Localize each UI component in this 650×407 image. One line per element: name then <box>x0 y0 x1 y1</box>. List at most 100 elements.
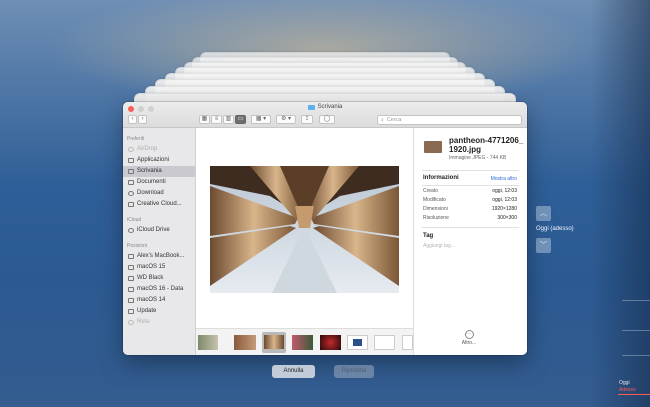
sidebar-item-documents[interactable]: Documenti <box>123 177 195 188</box>
pantheon-columns-image <box>210 166 399 293</box>
preview-inspector: pantheon-4771206_1920.jpg Immagine JPEG … <box>413 128 527 355</box>
view-list-button[interactable]: ≡ <box>211 115 222 124</box>
cancel-button[interactable]: Annulla <box>272 365 315 378</box>
newer-backup-button[interactable]: ﹀ <box>536 238 551 253</box>
view-icons-button[interactable]: ▦ <box>199 115 210 124</box>
sidebar-item-label: Applicazioni <box>137 157 170 163</box>
timeline-tick[interactable] <box>622 300 650 301</box>
view-columns-button[interactable]: ▥ <box>223 115 234 124</box>
group-button[interactable]: ▦ ▾ <box>251 115 271 124</box>
preview-image[interactable] <box>210 166 399 293</box>
thumbnail[interactable] <box>292 335 313 350</box>
gear-icon: ⚙ ▾ <box>280 116 292 122</box>
thumbnail[interactable] <box>320 335 341 350</box>
info-value: 300×300 <box>497 215 517 221</box>
sidebar-item-label: Scrivania <box>137 168 162 174</box>
sidebar-item-wd-black[interactable]: WD Black <box>123 273 195 284</box>
sidebar-item-creative-cloud[interactable]: Creative Cloud... <box>123 199 195 210</box>
tag-input[interactable]: Aggiungi tag... <box>423 243 455 249</box>
sidebar-item-label: Update <box>137 308 157 314</box>
tags-button[interactable]: ◯ <box>319 115 335 124</box>
sidebar-item-macos16-data[interactable]: macOS 16 - Data <box>123 284 195 295</box>
info-heading: Informazioni <box>423 175 459 181</box>
creative-cloud-icon <box>128 202 134 207</box>
thumbnail[interactable] <box>402 335 413 350</box>
older-backup-button[interactable]: ︿ <box>536 206 551 221</box>
timeline-now-label[interactable]: Adesso <box>619 387 636 393</box>
view-gallery-button[interactable]: ▭ <box>235 115 246 124</box>
restore-button[interactable]: Ripristina <box>334 365 374 378</box>
tag-icon: ◯ <box>323 116 331 122</box>
window-title: Scrivania <box>123 104 527 110</box>
info-value: oggi, 12:03 <box>492 197 517 203</box>
info-row-dimensions: Dimensioni 1920×1280 <box>423 206 517 214</box>
columns-icon: ▥ <box>225 116 232 122</box>
thumbnail[interactable] <box>234 335 256 350</box>
sidebar-item-macos14[interactable]: macOS 14 <box>123 295 195 306</box>
sidebar-item-update[interactable]: Update <box>123 306 195 317</box>
sidebar-item-label: Rete <box>137 319 150 325</box>
sidebar-item-airdrop[interactable]: AirDrop <box>123 144 195 155</box>
tag-heading: Tag <box>423 233 434 239</box>
sidebar-item-label: iCloud Drive <box>137 227 170 233</box>
forward-button[interactable]: › <box>138 115 147 124</box>
thumbnail[interactable] <box>198 335 218 350</box>
network-icon <box>128 320 134 325</box>
action-button[interactable]: ⚙ ▾ <box>276 115 296 124</box>
file-type: Immagine JPEG - 744 KB <box>449 155 507 161</box>
ellipsis-icon: ··· <box>464 330 474 339</box>
info-key: Risoluzione <box>423 215 449 221</box>
sidebar-section-icloud: iCloud <box>127 217 142 223</box>
info-row-resolution: Risoluzione 300×300 <box>423 215 517 223</box>
thumbnail[interactable] <box>347 335 368 350</box>
timeline-tick[interactable] <box>622 355 650 356</box>
sidebar-item-label: macOS 16 - Data <box>137 286 184 292</box>
timeline-today-label[interactable]: Oggi <box>619 380 630 386</box>
sidebar-item-label: macOS 15 <box>137 264 166 270</box>
chevron-down-icon: ﹀ <box>540 242 547 249</box>
share-button[interactable]: ⇪ <box>301 115 313 124</box>
chevron-up-icon: ︿ <box>540 210 547 217</box>
group-icon: ▦ ▾ <box>255 116 267 122</box>
divider <box>422 170 519 171</box>
search-field[interactable]: ⌕ Cerca <box>377 115 522 125</box>
disk-icon <box>128 276 134 281</box>
sidebar-item-macos15[interactable]: macOS 15 <box>123 262 195 273</box>
disk-icon <box>128 309 134 314</box>
info-key: Creato <box>423 188 439 194</box>
sidebar-item-applications[interactable]: Applicazioni <box>123 155 195 166</box>
sidebar-item-icloud-drive[interactable]: iCloud Drive <box>123 225 195 236</box>
thumbnail[interactable] <box>374 335 395 350</box>
search-placeholder: Cerca <box>386 117 402 123</box>
info-row-created: Creato oggi, 12:03 <box>423 188 517 196</box>
list-icon: ≡ <box>214 116 219 122</box>
sidebar-item-macbook[interactable]: Alex's MacBook... <box>123 251 195 262</box>
sidebar-item-label: WD Black <box>137 275 164 281</box>
search-icon: ⌕ <box>381 117 384 123</box>
thumbnail-selected[interactable] <box>262 332 286 353</box>
disk-icon <box>128 265 134 270</box>
gallery-icon: ▭ <box>237 116 244 122</box>
sidebar-item-label: Documenti <box>137 179 166 185</box>
sidebar-item-label: AirDrop <box>137 146 158 152</box>
thumbnail-strip[interactable] <box>196 328 413 355</box>
sidebar-item-network[interactable]: Rete <box>123 317 195 328</box>
sidebar-item-label: Download <box>137 190 164 196</box>
laptop-icon <box>128 254 134 259</box>
sidebar: Preferiti AirDrop Applicazioni Scrivania… <box>123 128 196 355</box>
share-icon: ⇪ <box>304 116 310 122</box>
timeline-tick[interactable] <box>622 330 650 331</box>
finder-window[interactable]: Scrivania ‹ › ▦ ≡ ▥ ▭ ▦ ▾ ⚙ ▾ ⇪ ◯ ⌕ Cerc… <box>123 102 527 355</box>
download-icon <box>128 191 134 196</box>
show-more-link[interactable]: Mostra altro <box>491 176 517 182</box>
grid-icon: ▦ <box>201 116 208 122</box>
sidebar-item-download[interactable]: Download <box>123 188 195 199</box>
desktop-icon <box>128 169 134 174</box>
timeline-now-marker <box>618 394 650 395</box>
background-shade <box>590 0 650 407</box>
disk-icon <box>128 287 134 292</box>
applications-icon <box>128 158 134 163</box>
back-button[interactable]: ‹ <box>128 115 137 124</box>
sidebar-item-desktop[interactable]: Scrivania <box>123 166 195 177</box>
other-button[interactable]: ··· Altro... <box>454 330 484 346</box>
